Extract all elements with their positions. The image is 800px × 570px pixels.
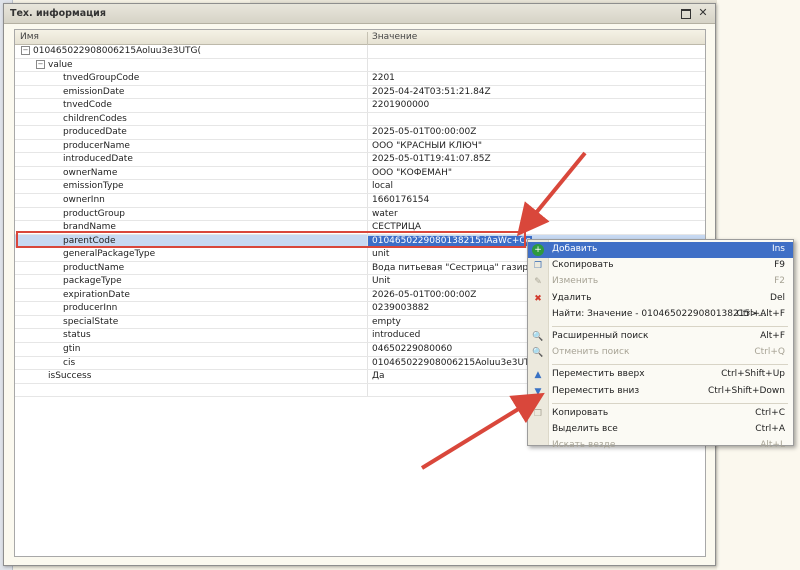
- annotation-arrow-to-parentcode: [516, 151, 587, 237]
- annotation-arrows: [420, 151, 587, 470]
- annotation-arrow-to-copy: [420, 392, 545, 470]
